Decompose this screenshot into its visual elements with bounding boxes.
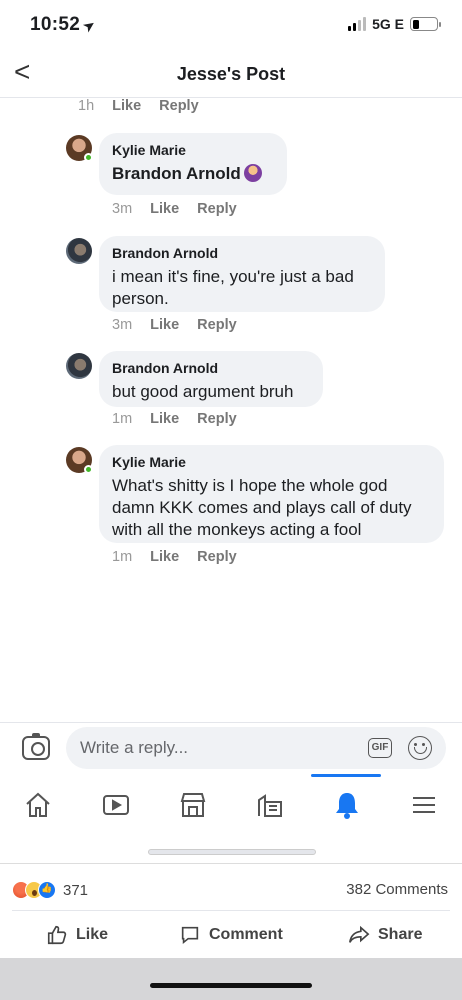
reactions-summary[interactable]: 371 — [12, 881, 88, 899]
pages-icon[interactable] — [253, 788, 287, 822]
comment-meta: 3m Like Reply — [112, 201, 237, 217]
like-icon — [38, 881, 56, 899]
comment-text: but good argument bruh — [112, 382, 294, 401]
page-title: Jesse's Post — [176, 64, 286, 84]
comment-thread: 1h Like Reply Kylie Marie Brandon Arnold… — [0, 98, 462, 718]
comment-time: 1m — [112, 411, 133, 427]
person-emoji-icon — [243, 164, 262, 182]
comment-bubble[interactable]: Kylie Marie Brandon Arnold — [99, 133, 287, 195]
notifications-icon[interactable] — [330, 788, 364, 822]
comment-button[interactable]: Comment — [179, 924, 283, 946]
marketplace-icon[interactable] — [176, 788, 210, 822]
share-arrow-icon — [349, 925, 370, 943]
comment-meta: 1m Like Reply — [112, 411, 237, 427]
tab-bar — [0, 774, 462, 836]
home-indicator — [148, 849, 316, 855]
location-arrow-icon: ➤ — [80, 16, 99, 35]
signal-icon — [348, 17, 367, 31]
avatar[interactable] — [66, 238, 92, 264]
battery-icon — [410, 17, 441, 31]
comment-text: i mean it's fine, you're just a bad pers… — [112, 267, 354, 308]
screen: 10:52➤ 5G E < Jesse's Post 1h Like Reply… — [0, 0, 462, 1000]
comment-time: 3m — [112, 317, 133, 333]
clock: 10:52 — [30, 14, 81, 35]
reaction-count: 371 — [63, 881, 89, 899]
comment-author[interactable]: Kylie Marie — [112, 454, 430, 470]
status-time: 10:52➤ — [30, 14, 98, 36]
reply-link[interactable]: Reply — [197, 549, 237, 565]
reply-link[interactable]: Reply — [159, 98, 199, 114]
reply-link[interactable]: Reply — [197, 317, 237, 333]
post-footer: 371 382 Comments Like Comment Share — [0, 863, 462, 960]
online-indicator — [84, 153, 93, 162]
comment-bubble[interactable]: Brandon Arnold i mean it's fine, you're … — [99, 236, 385, 312]
comment-bubble-icon — [181, 926, 199, 945]
mention-link[interactable]: Brandon Arnold — [112, 164, 241, 183]
like-button[interactable]: Like — [46, 924, 108, 946]
comment-meta: 3m Like Reply — [112, 317, 237, 333]
like-link[interactable]: Like — [150, 317, 179, 333]
comment-author[interactable]: Kylie Marie — [112, 142, 273, 158]
status-bar: 10:52➤ 5G E — [0, 0, 462, 50]
status-indicators: 5G E — [348, 16, 441, 32]
comment-time: 3m — [112, 201, 133, 217]
comment-author[interactable]: Brandon Arnold — [112, 360, 309, 376]
like-link[interactable]: Like — [150, 201, 179, 217]
comment-text: What's shitty is I hope the whole god da… — [112, 476, 412, 539]
menu-icon[interactable] — [407, 788, 441, 822]
top-comment-meta: 1h Like Reply — [78, 98, 199, 114]
divider — [12, 910, 450, 911]
comment-bubble[interactable]: Kylie Marie What's shitty is I hope the … — [99, 445, 444, 543]
online-indicator — [84, 465, 93, 474]
emoji-icon[interactable] — [408, 736, 432, 760]
reply-link[interactable]: Reply — [197, 411, 237, 427]
home-icon[interactable] — [21, 788, 55, 822]
like-link[interactable]: Like — [150, 411, 179, 427]
comment-count[interactable]: 382 Comments — [346, 881, 448, 898]
gif-icon[interactable]: GIF — [368, 738, 392, 758]
comment-bubble[interactable]: Brandon Arnold but good argument bruh — [99, 351, 323, 407]
like-label: Like — [76, 926, 109, 943]
share-label: Share — [378, 926, 423, 943]
comment-author[interactable]: Brandon Arnold — [112, 245, 371, 261]
comment-text: Brandon Arnold — [112, 163, 273, 185]
thumbs-up-icon — [47, 925, 67, 945]
comment-meta: 1m Like Reply — [112, 549, 237, 565]
video-icon[interactable] — [99, 788, 133, 822]
camera-icon[interactable] — [22, 733, 50, 760]
reply-link[interactable]: Reply — [197, 201, 237, 217]
like-link[interactable]: Like — [112, 98, 141, 114]
like-link[interactable]: Like — [150, 549, 179, 565]
avatar[interactable] — [66, 353, 92, 379]
comment-label: Comment — [209, 926, 283, 943]
home-indicator — [150, 983, 312, 988]
reply-bar: Write a reply... GIF — [0, 722, 462, 774]
active-tab-indicator — [311, 774, 381, 777]
system-bottom-bar — [0, 958, 462, 1000]
network-type: 5G E — [372, 16, 404, 32]
nav-header: < Jesse's Post — [0, 50, 462, 98]
comment-time: 1h — [78, 98, 95, 114]
comment-time: 1m — [112, 549, 133, 565]
share-button[interactable]: Share — [348, 924, 422, 946]
